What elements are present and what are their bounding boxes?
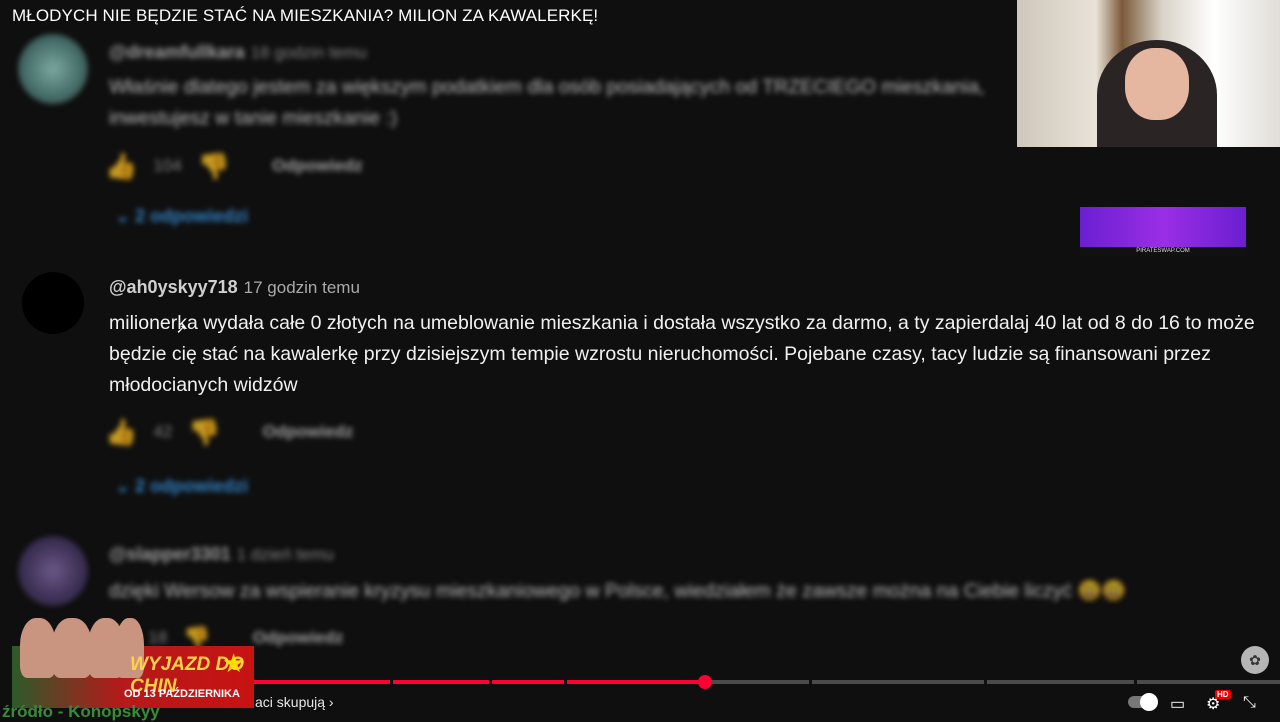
progress-played	[254, 680, 706, 684]
channel-watermark-icon[interactable]: ✿	[1241, 646, 1269, 674]
reply-button[interactable]: Odpowiedz	[253, 628, 344, 648]
dislike-icon[interactable]: 👎	[198, 151, 230, 182]
comment-actions: 👍 42 👎 Odpowiedz	[105, 414, 353, 450]
dislike-icon[interactable]: 👎	[188, 417, 220, 448]
video-title: MŁODYCH NIE BĘDZIE STAĆ NA MIESZKANIA? M…	[12, 6, 599, 25]
replies-label: 2 odpowiedzi	[135, 206, 249, 226]
comment-author[interactable]: @slapper3301 1 dzień temu	[109, 544, 334, 565]
chevron-down-icon: ⌄	[115, 206, 131, 226]
player-controls: źródło - Konopskyy aci skupują › ▭ ⚙ HD …	[0, 690, 1280, 721]
banner-caption: PIRATESWAP.COM	[1080, 247, 1246, 256]
hd-badge: HD	[1215, 690, 1231, 699]
exit-fullscreen-icon[interactable]: ⤡	[1243, 694, 1256, 712]
comment-time[interactable]: 17 godzin temu	[244, 278, 360, 297]
comment-author[interactable]: @ah0yskyy718 17 godzin temu	[109, 277, 360, 298]
promo-person	[20, 618, 56, 678]
chapter-marker	[809, 680, 812, 684]
chevron-down-icon: ⌄	[115, 476, 131, 496]
chapter-marker	[1134, 680, 1137, 684]
comment-author[interactable]: @dreamfullkara 18 godzin temu	[109, 42, 367, 63]
sponsor-banner: PIRATESWAP.COM	[1080, 207, 1246, 256]
replies-label: 2 odpowiedzi	[135, 476, 249, 496]
avatar[interactable]	[18, 536, 88, 606]
promo-person	[52, 618, 92, 678]
subtitles-icon[interactable]: ▭	[1170, 694, 1185, 714]
source-label: źródło - Konopskyy	[2, 702, 160, 721]
reply-button[interactable]: Odpowiedz	[272, 156, 363, 176]
chapter-title[interactable]: aci skupują ›	[255, 694, 334, 710]
streamer-face	[1125, 48, 1189, 120]
progress-bar[interactable]	[254, 675, 1280, 689]
reply-button[interactable]: Odpowiedz	[263, 422, 354, 442]
comment-actions: 👍 104 👎 Odpowiedz	[105, 148, 363, 184]
star-icon: ★	[222, 648, 246, 678]
webcam-overlay	[1017, 0, 1280, 147]
mouse-cursor-icon: ➚	[176, 321, 187, 336]
like-icon[interactable]: 👍	[105, 417, 137, 448]
avatar[interactable]	[18, 34, 88, 104]
replies-toggle[interactable]: ⌄ 2 odpowiedzi	[115, 206, 248, 227]
like-count: 42	[153, 422, 173, 441]
avatar[interactable]	[22, 272, 84, 334]
comment-text: milionerka wydała całe 0 złotych na umeb…	[109, 312, 1255, 396]
comment-time[interactable]: 18 godzin temu	[251, 43, 367, 62]
chapter-marker	[984, 680, 987, 684]
chapter-marker	[390, 680, 393, 684]
like-icon[interactable]: 👍	[105, 151, 137, 182]
like-count: 104	[153, 156, 182, 175]
comment-text: dzięki Wersow za wspieranie kryzysu mies…	[109, 580, 1127, 602]
chapter-marker	[489, 680, 492, 684]
replies-toggle[interactable]: ⌄ 2 odpowiedzi	[115, 476, 248, 497]
scrubber-handle[interactable]	[698, 675, 713, 689]
chapter-marker	[564, 680, 567, 684]
autoplay-toggle[interactable]	[1128, 693, 1158, 711]
comment-text: Właśnie dlatego jestem za większym podat…	[109, 76, 985, 129]
play-icon	[1140, 693, 1158, 711]
comment-time[interactable]: 1 dzień temu	[237, 545, 334, 564]
